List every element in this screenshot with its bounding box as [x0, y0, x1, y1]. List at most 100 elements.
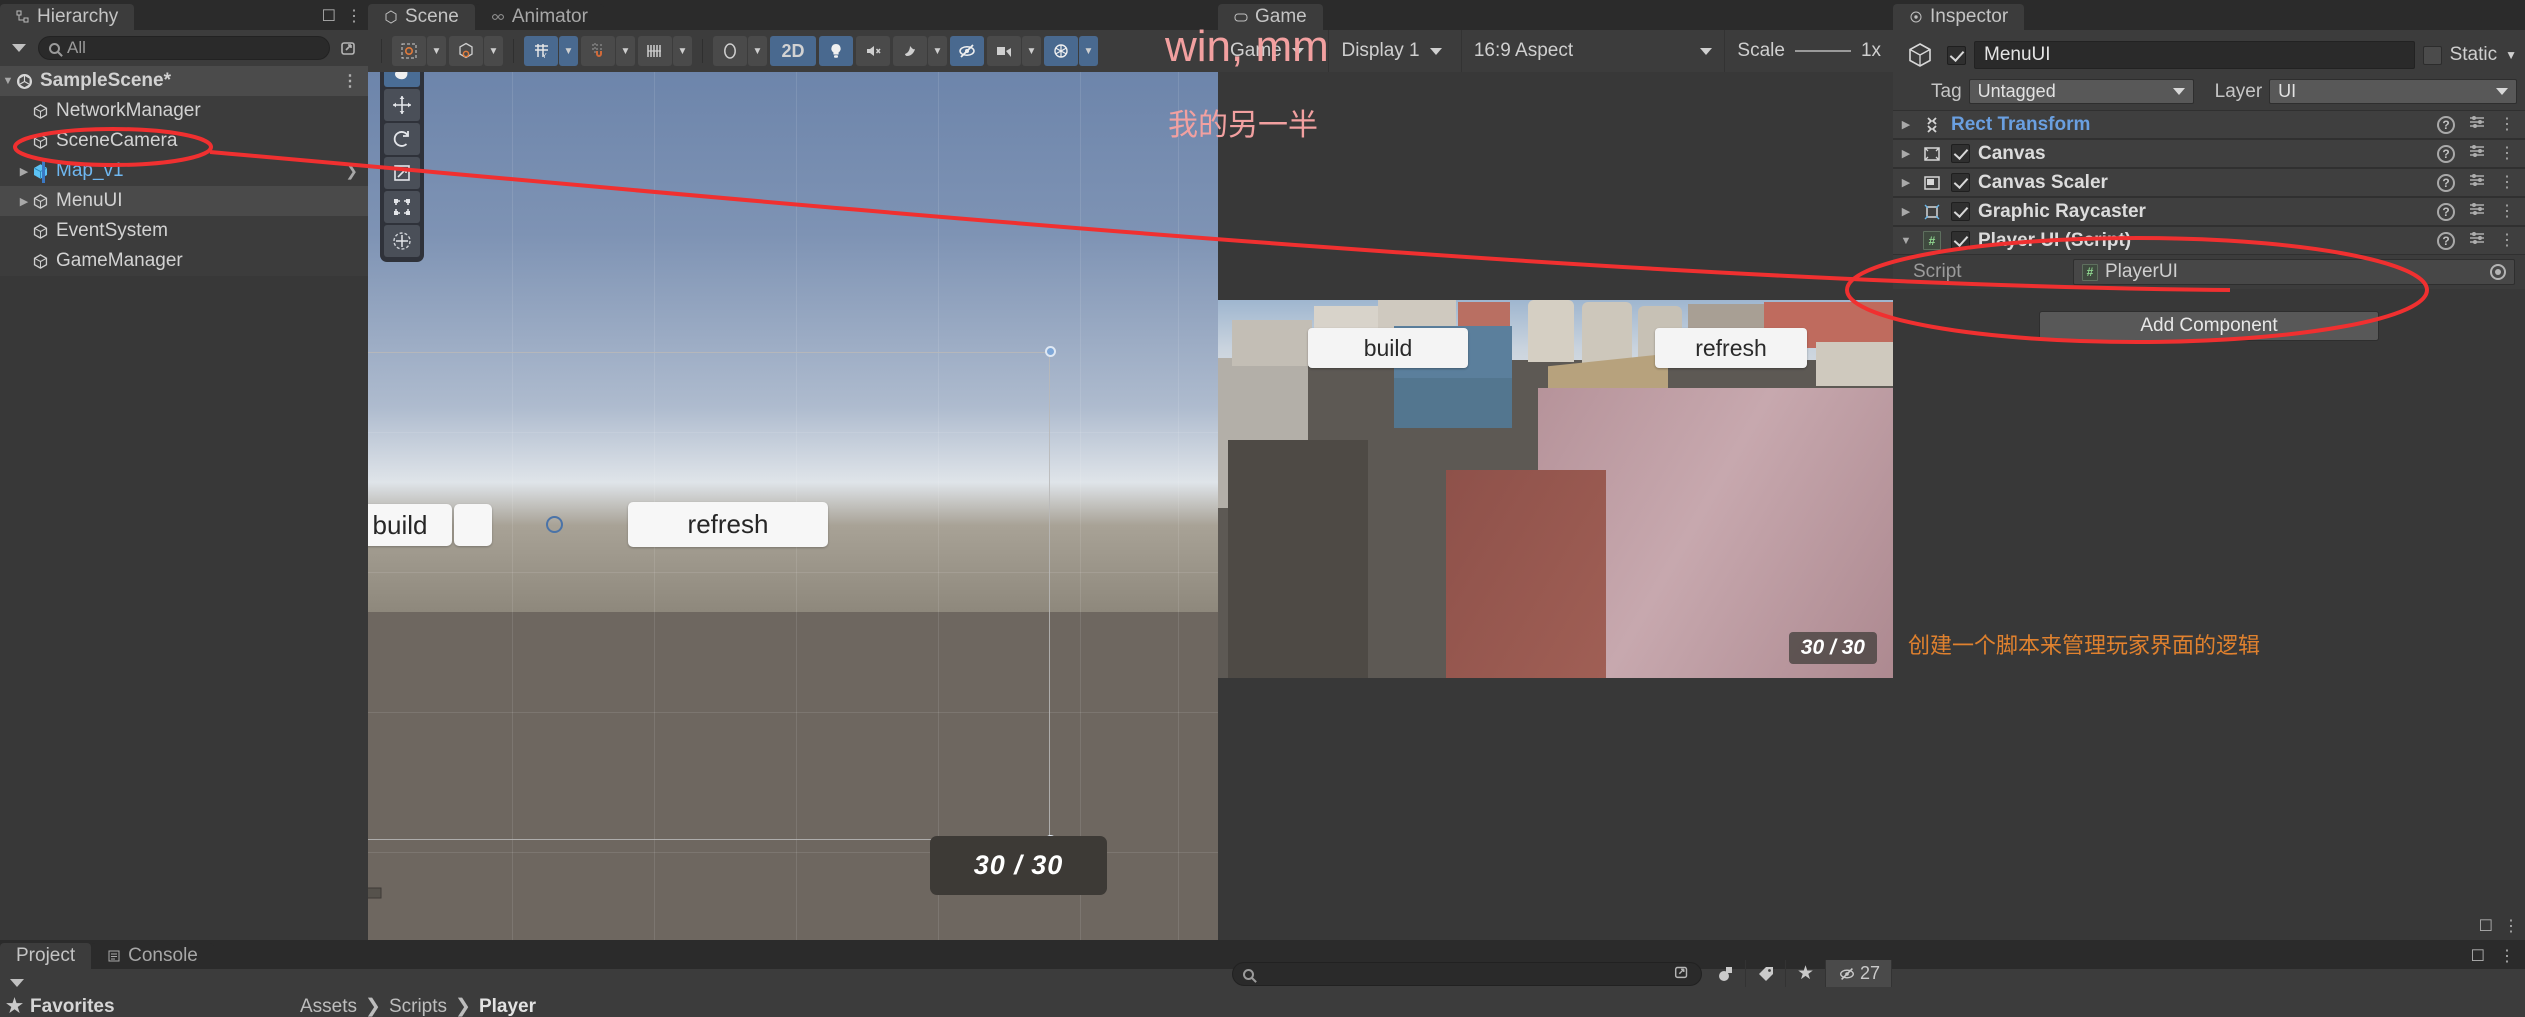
layers-dropdown[interactable]: ▼	[673, 36, 692, 66]
component-menu-icon[interactable]: ⋮	[2499, 116, 2515, 132]
preset-icon[interactable]	[2468, 171, 2486, 194]
hierarchy-item-eventsystem[interactable]: EventSystem	[0, 216, 368, 246]
menuui-expand-triangle-icon[interactable]: ▶	[16, 195, 32, 208]
asset-type-filter-button[interactable]	[1706, 960, 1746, 987]
pivot-mode-dropdown[interactable]: ▼	[427, 36, 446, 66]
panel-menu-icon[interactable]: ⋮	[2503, 916, 2519, 936]
static-checkbox[interactable]	[2422, 45, 2442, 65]
object-picker-icon[interactable]	[2490, 264, 2506, 280]
scene-camera-dropdown[interactable]: ▼	[1022, 36, 1041, 66]
component-expand-triangle-icon[interactable]: ▶	[1899, 176, 1913, 189]
game-aspect-dropdown[interactable]: 16:9 Aspect	[1462, 30, 1726, 72]
scene-camera-button[interactable]	[987, 36, 1021, 66]
fx-dropdown[interactable]: ▼	[928, 36, 947, 66]
game-scale-slider[interactable]: Scale 1x	[1725, 30, 1893, 72]
panel-lock-icon[interactable]: ☐	[2479, 916, 2493, 936]
hierarchy-item-scenecamera[interactable]: SceneCamera	[0, 126, 368, 156]
preset-icon[interactable]	[2468, 113, 2486, 136]
lighting-toggle-button[interactable]	[819, 36, 853, 66]
panel-maximize-icon[interactable]: ☐	[322, 6, 336, 26]
hierarchy-item-gamemanager[interactable]: GameManager	[0, 246, 368, 276]
breadcrumb-scripts[interactable]: Scripts	[389, 996, 447, 1017]
component-collapse-triangle-icon[interactable]: ▼	[1899, 235, 1913, 247]
grid-snap-button[interactable]: Y	[524, 36, 558, 66]
magnet-snap-button[interactable]	[581, 36, 615, 66]
component-enabled-checkbox[interactable]	[1951, 202, 1970, 221]
scene-build-button-extra[interactable]	[454, 504, 492, 546]
component-enabled-checkbox[interactable]	[1951, 173, 1970, 192]
gameobject-enabled-checkbox[interactable]	[1947, 45, 1966, 65]
hierarchy-scene-row[interactable]: ▼ SampleScene* ⋮	[0, 66, 368, 96]
component-row-canvas-scaler[interactable]: ▶ Canvas Scaler ? ⋮	[1893, 168, 2525, 197]
help-icon[interactable]: ?	[2437, 202, 2455, 221]
scale-slider-track[interactable]	[1794, 50, 1851, 52]
hierarchy-filter-caret-icon[interactable]	[12, 44, 26, 52]
layer-dropdown[interactable]: UI	[2269, 79, 2517, 104]
magnet-snap-dropdown[interactable]: ▼	[616, 36, 635, 66]
panel-menu-icon[interactable]: ⋮	[346, 6, 362, 26]
project-search-popout-icon[interactable]	[1673, 963, 1691, 986]
help-icon[interactable]: ?	[2437, 144, 2455, 163]
scene-context-menu-icon[interactable]: ⋮	[342, 71, 358, 91]
scale-tool-button[interactable]	[384, 157, 420, 189]
preset-icon[interactable]	[2468, 229, 2486, 252]
scene-build-button[interactable]: build	[368, 504, 452, 546]
hierarchy-popout-icon[interactable]	[336, 36, 362, 60]
rotate-tool-button[interactable]	[384, 123, 420, 155]
component-menu-icon[interactable]: ⋮	[2499, 145, 2515, 161]
breadcrumb-player[interactable]: Player	[479, 996, 536, 1017]
tab-hierarchy[interactable]: Hierarchy	[0, 4, 135, 30]
component-enabled-checkbox[interactable]	[1951, 231, 1970, 250]
tab-project[interactable]: Project	[0, 943, 92, 969]
map-expand-triangle-icon[interactable]: ▶	[16, 165, 32, 178]
project-search-input[interactable]	[1232, 962, 1702, 986]
scene-refresh-button[interactable]: refresh	[628, 502, 828, 547]
tab-scene[interactable]: Scene	[368, 4, 475, 30]
move-tool-button[interactable]	[384, 89, 420, 121]
project-filter-caret-icon[interactable]	[10, 978, 24, 987]
scene-expand-triangle-icon[interactable]: ▼	[0, 75, 16, 87]
project-favorites-row[interactable]: ★ Favorites	[0, 996, 278, 1017]
rect-tool-button[interactable]	[384, 191, 420, 223]
rect-handle-top-right[interactable]	[1045, 346, 1056, 357]
tag-dropdown[interactable]: Untagged	[1968, 79, 2194, 104]
hidden-assets-count-button[interactable]: 27	[1826, 960, 1892, 987]
panel-maximize-icon[interactable]: ☐	[2471, 946, 2485, 966]
component-enabled-checkbox[interactable]	[1951, 144, 1970, 163]
handle-mode-dropdown[interactable]: ▼	[484, 36, 503, 66]
component-row-graphic-raycaster[interactable]: ▶ Graphic Raycaster ? ⋮	[1893, 197, 2525, 226]
help-icon[interactable]: ?	[2437, 115, 2455, 134]
component-menu-icon[interactable]: ⋮	[2499, 203, 2515, 219]
help-icon[interactable]: ?	[2437, 231, 2455, 250]
pivot-mode-button[interactable]	[392, 36, 426, 66]
component-row-rect-transform[interactable]: ▶ Rect Transform ? ⋮	[1893, 110, 2525, 139]
preset-icon[interactable]	[2468, 200, 2486, 223]
scene-pivot-handle-icon[interactable]	[546, 516, 563, 533]
layers-button[interactable]	[638, 36, 672, 66]
component-expand-triangle-icon[interactable]: ▶	[1899, 205, 1913, 218]
hidden-objects-toggle[interactable]	[950, 36, 984, 66]
breadcrumb-assets[interactable]: Assets	[300, 996, 357, 1017]
label-filter-button[interactable]	[1746, 960, 1786, 987]
shading-mode-dropdown[interactable]: ▼	[748, 36, 767, 66]
component-expand-triangle-icon[interactable]: ▶	[1899, 118, 1913, 131]
fx-toggle-button[interactable]	[893, 36, 927, 66]
gameobject-name-input[interactable]: MenuUI	[1974, 41, 2415, 69]
panel-menu-icon[interactable]: ⋮	[2499, 946, 2515, 966]
gizmos-toggle-button[interactable]	[1044, 36, 1078, 66]
tab-inspector[interactable]: Inspector	[1893, 4, 2025, 30]
help-icon[interactable]: ?	[2437, 173, 2455, 192]
component-menu-icon[interactable]: ⋮	[2499, 174, 2515, 190]
game-build-button[interactable]: build	[1308, 328, 1468, 368]
component-expand-triangle-icon[interactable]: ▶	[1899, 147, 1913, 160]
prefab-open-arrow-icon[interactable]: ❯	[345, 162, 358, 180]
tab-console[interactable]: Console	[91, 943, 214, 969]
add-component-button[interactable]: Add Component	[2039, 311, 2379, 341]
component-row-canvas[interactable]: ▶ Canvas ? ⋮	[1893, 139, 2525, 168]
audio-toggle-button[interactable]	[856, 36, 890, 66]
component-row-player-ui-script[interactable]: ▼ # Player UI (Script) ? ⋮	[1893, 226, 2525, 255]
gizmos-dropdown[interactable]: ▼	[1079, 36, 1098, 66]
tab-animator[interactable]: Animator	[474, 4, 604, 30]
favorites-filter-button[interactable]: ★	[1786, 960, 1826, 987]
grid-snap-dropdown[interactable]: ▼	[559, 36, 578, 66]
